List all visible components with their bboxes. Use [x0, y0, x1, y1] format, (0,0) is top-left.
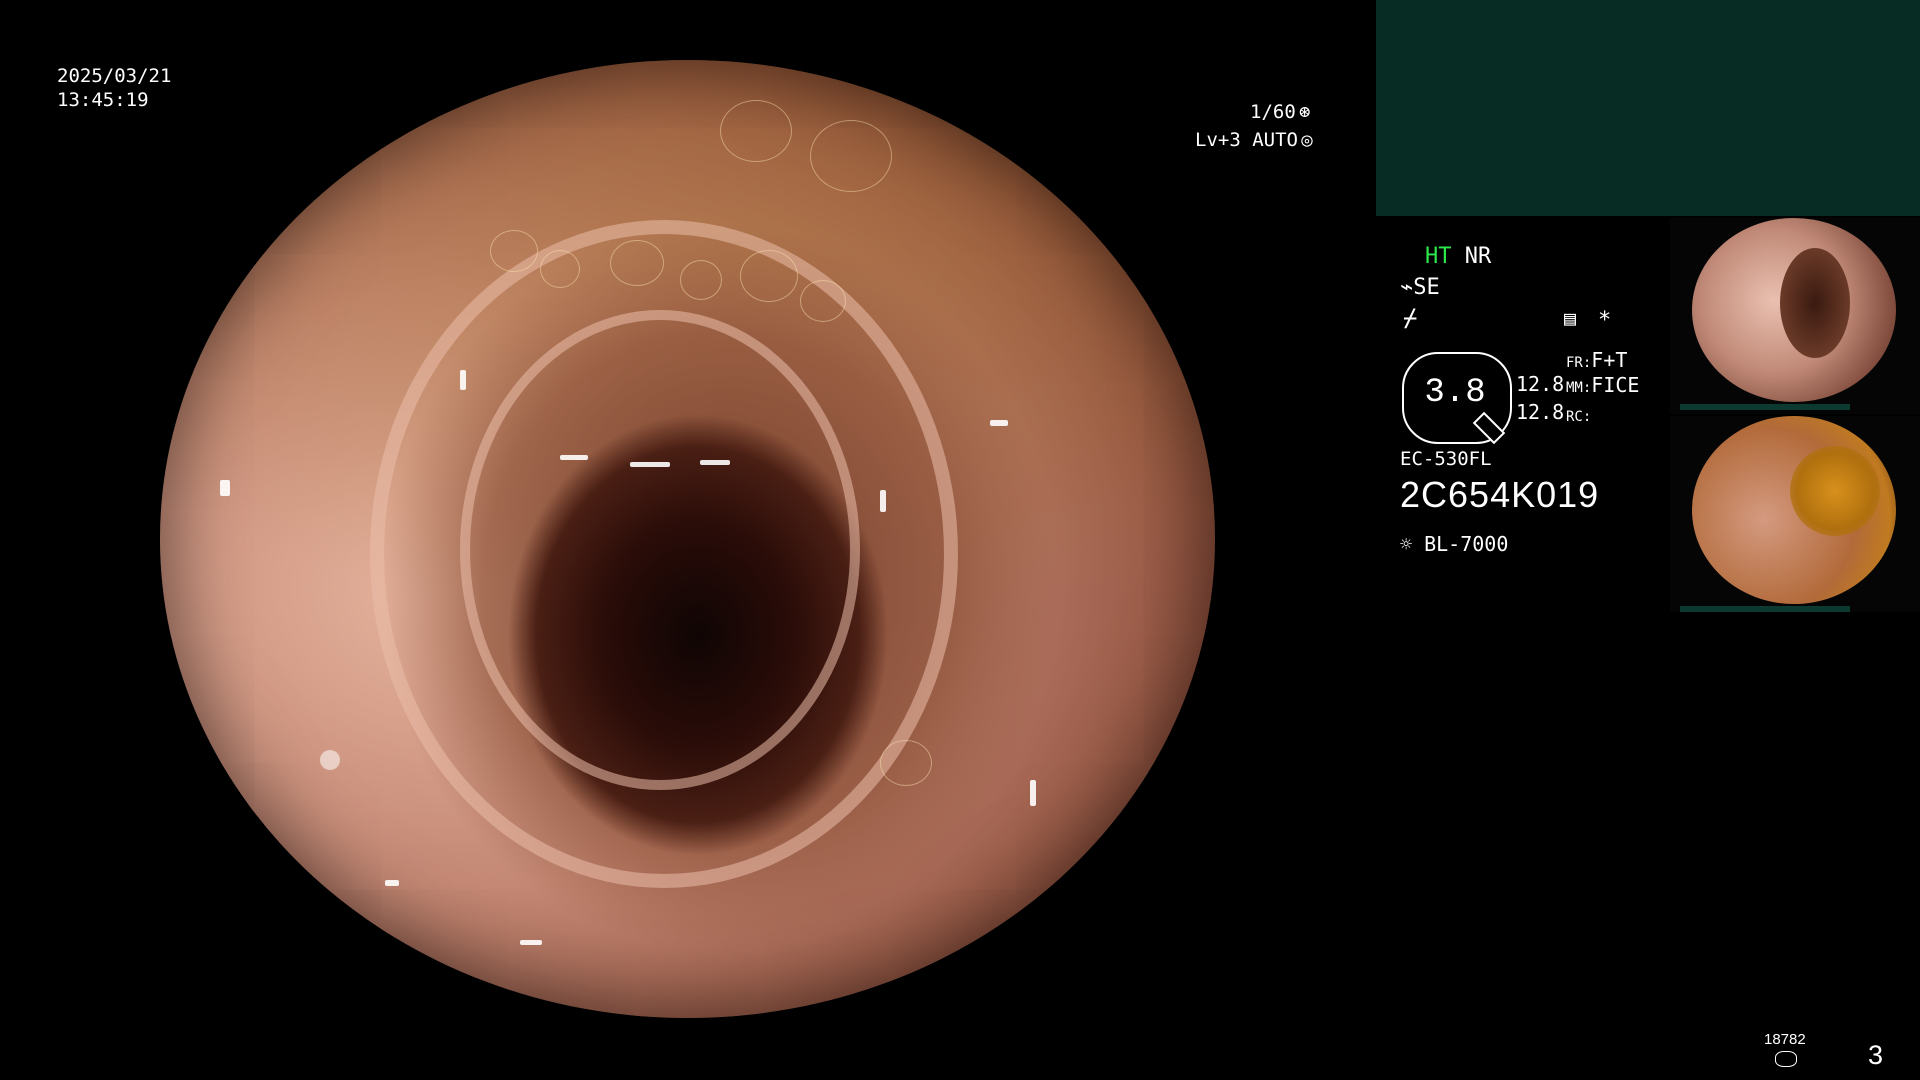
- thumbnail-2[interactable]: [1670, 416, 1920, 612]
- light-source-label: BL-7000: [1424, 532, 1509, 556]
- bubble: [810, 120, 892, 192]
- bubble: [880, 740, 932, 786]
- date-display: 2025/03/21: [57, 65, 172, 87]
- iris-readout: Lv+3 AUTO ◎: [1195, 128, 1316, 152]
- light-reflection: [1030, 780, 1036, 806]
- setting-value-2: 12.8: [1516, 400, 1565, 424]
- bubble: [740, 250, 798, 302]
- light-reflection: [700, 460, 730, 465]
- light-reflection: [220, 480, 230, 496]
- light-reflection: [990, 420, 1008, 426]
- endoscope-view: [160, 60, 1215, 1018]
- fr-value: F+T: [1591, 348, 1628, 372]
- info-panel-top: [1376, 0, 1920, 216]
- bubble: [680, 260, 722, 300]
- mm-label: MM:: [1566, 380, 1592, 396]
- light-reflection: [630, 462, 670, 467]
- mucosal-fold-inner: [460, 310, 860, 790]
- mm-row: MM:FICE: [1566, 373, 1639, 398]
- scope-model: EC-530FL: [1400, 448, 1492, 470]
- light-reflection: [880, 490, 886, 512]
- structure-enhance-icon: ⌁: [1400, 275, 1414, 300]
- fr-label: FR:: [1566, 355, 1592, 371]
- target-icon: ◎: [1301, 129, 1313, 151]
- page-number: 3: [1868, 1040, 1884, 1070]
- shutter-value: 1/60: [1250, 101, 1296, 123]
- sun-icon: ☼: [1400, 532, 1413, 556]
- thumbnail-1-bar: [1680, 404, 1850, 410]
- rc-row: RC:: [1566, 402, 1591, 427]
- thumbnail-2-bar: [1680, 606, 1850, 612]
- structure-enhance: ⌁SE: [1400, 275, 1440, 300]
- setting-value-1: 12.8: [1516, 372, 1565, 396]
- disk-icon: [1775, 1051, 1797, 1067]
- bubble: [800, 280, 846, 322]
- bubble: [610, 240, 664, 286]
- mm-value: FICE: [1591, 373, 1640, 397]
- fr-row: FR:F+T: [1566, 348, 1627, 373]
- bubble: [490, 230, 538, 272]
- image-count: 18782: [1764, 1031, 1806, 1048]
- color-mode-icon: ⌿: [1403, 304, 1418, 332]
- shutter-readout: 1/60 ⊛: [1250, 100, 1314, 124]
- memo-icon: ▤: [1564, 306, 1577, 330]
- thumbnail-1[interactable]: [1670, 218, 1920, 414]
- aperture-icon: ⊛: [1299, 101, 1311, 123]
- bubble: [720, 100, 792, 162]
- light-reflection: [520, 940, 542, 945]
- iris-value: Lv+3 AUTO: [1195, 129, 1298, 151]
- se-indicator: SE: [1413, 275, 1440, 300]
- zoom-value: 3.8: [1424, 374, 1486, 412]
- scope-serial: 2C654K019: [1400, 474, 1600, 515]
- processing-status: HT NR: [1425, 244, 1491, 269]
- light-reflection: [560, 455, 588, 460]
- light-source: ☼ BL-7000: [1400, 532, 1508, 556]
- rc-label: RC:: [1566, 409, 1592, 425]
- nr-indicator: NR: [1464, 244, 1492, 269]
- light-reflection: [320, 750, 340, 770]
- light-reflection: [385, 880, 399, 886]
- thumbnail-2-fluid: [1790, 446, 1880, 536]
- time-display: 13:45:19: [57, 89, 149, 111]
- thumbnail-1-lumen: [1780, 248, 1850, 358]
- ht-indicator: HT: [1425, 244, 1452, 269]
- light-reflection: [460, 370, 466, 390]
- bubble: [540, 250, 580, 288]
- asterisk-indicator: *: [1598, 308, 1612, 333]
